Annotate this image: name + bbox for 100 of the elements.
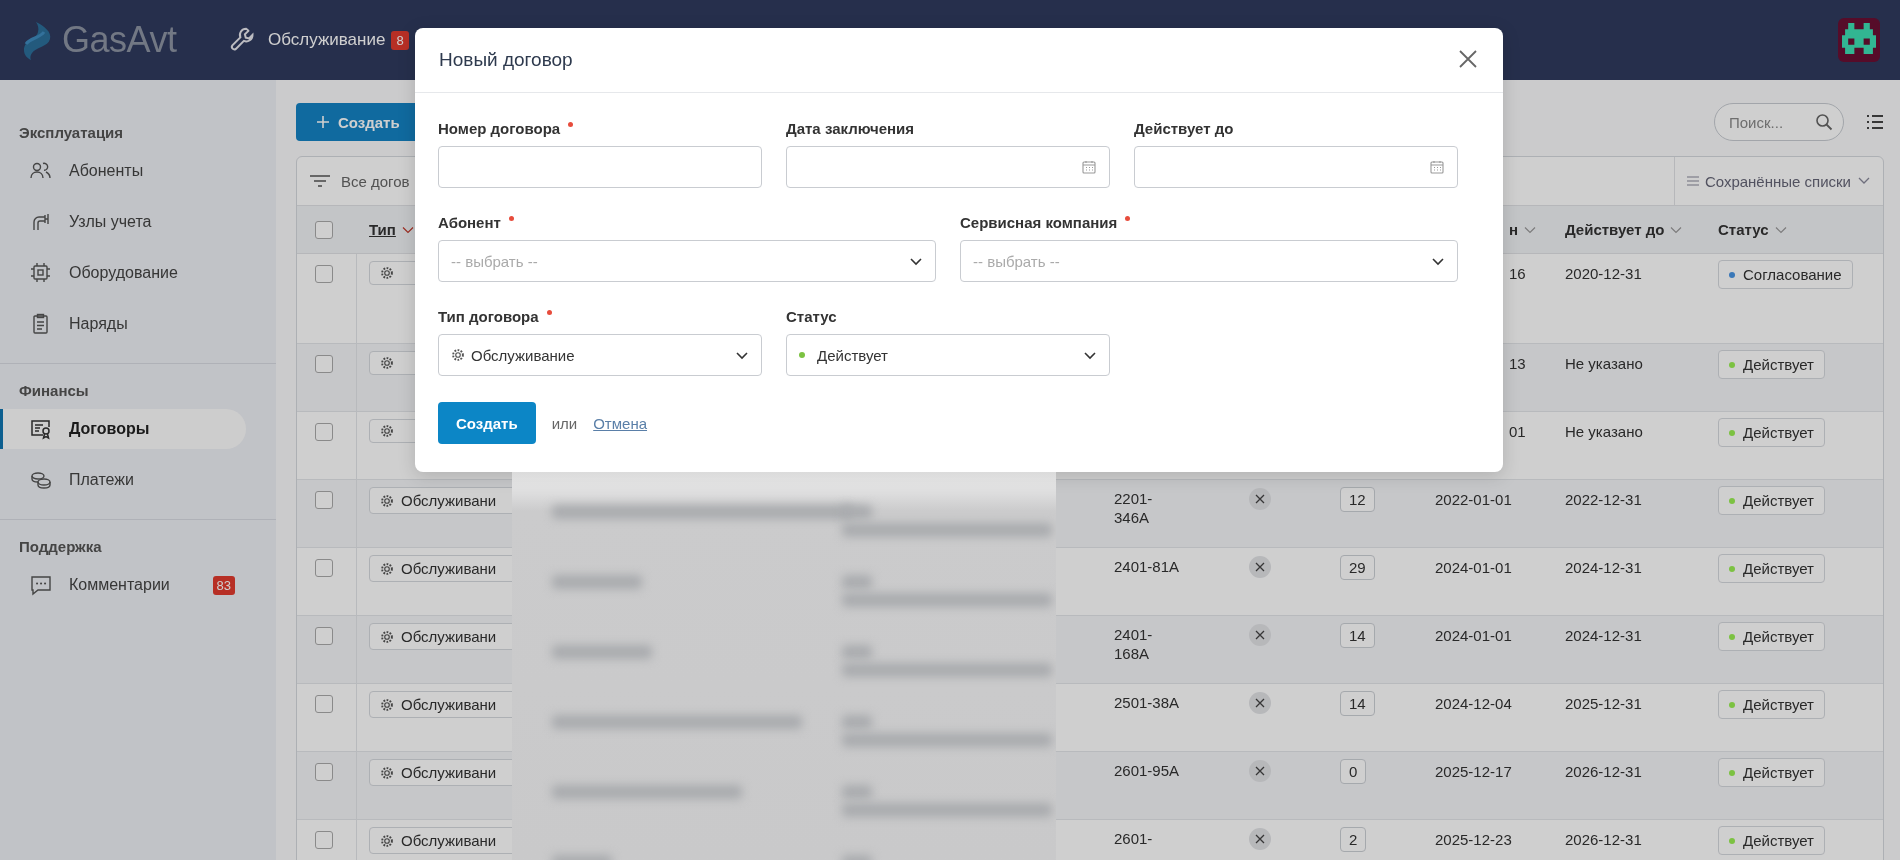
coins-icon <box>31 472 51 489</box>
certificate-icon <box>31 420 50 440</box>
checkbox[interactable] <box>315 559 333 577</box>
field-label: Статус <box>786 308 837 325</box>
table-cell: 2020-12-31 <box>1565 265 1642 282</box>
table-cell: 2025-12-23 <box>1435 831 1512 848</box>
table-cell: 2024-01-01 <box>1435 559 1512 576</box>
field-label: Действует до <box>1134 120 1234 137</box>
table-cell: 13 <box>1509 355 1526 372</box>
gear-icon <box>451 348 465 362</box>
filter-icon[interactable] <box>309 174 331 188</box>
sidebar-item[interactable]: Оборудование <box>0 253 246 293</box>
table-cell: 2026-12-31 <box>1565 763 1642 780</box>
table-cell: 2401-81A <box>1114 557 1180 576</box>
close-icon <box>1249 760 1271 782</box>
sidebar-item[interactable]: Договоры <box>0 409 246 449</box>
checkbox[interactable] <box>315 491 333 509</box>
status-tag: Действует <box>1718 418 1825 447</box>
sort-caret-icon <box>1670 225 1683 234</box>
field-label: Номер договора <box>438 120 561 137</box>
status-tag: Действует <box>1718 826 1825 855</box>
column-header[interactable]: н <box>1509 221 1519 238</box>
gear-icon <box>380 765 394 780</box>
filter-label[interactable]: Все догов <box>341 172 410 190</box>
section-title: Поддержка <box>18 537 103 557</box>
input-field[interactable] <box>438 146 762 188</box>
gear-icon <box>380 356 394 370</box>
sidebar-item[interactable]: Наряды <box>0 304 246 344</box>
search-icon <box>1815 113 1833 131</box>
sidebar-item[interactable]: Абоненты <box>0 151 246 191</box>
table-cell-text: 2401-168A <box>1114 625 1154 663</box>
calendar-icon <box>1429 159 1445 175</box>
section-title: Финансы <box>18 381 90 401</box>
section-title: Эксплуатация <box>18 123 125 143</box>
close-icon <box>1249 624 1271 646</box>
gear-icon <box>380 266 394 280</box>
select-field[interactable]: Обслуживание <box>438 334 762 376</box>
table-cell: 2601- <box>1114 829 1153 848</box>
chevron-down-icon <box>1857 176 1871 186</box>
status-tag: Действует <box>1718 554 1825 583</box>
table-cell: 2601-95A <box>1114 761 1180 780</box>
gear-icon <box>380 833 394 848</box>
plus-icon <box>316 115 330 129</box>
checkbox[interactable] <box>315 355 333 373</box>
table-cell: 16 <box>1509 265 1526 282</box>
cancel-link[interactable]: Отмена <box>593 414 648 432</box>
table-cell: Не указано <box>1565 423 1643 440</box>
gear-icon <box>380 629 394 644</box>
table-cell: Не указано <box>1565 355 1643 372</box>
table-cell: 2025-12-31 <box>1565 695 1642 712</box>
status-tag: Действует <box>1718 486 1825 515</box>
avatar-icon[interactable] <box>1838 18 1880 62</box>
table-cell: 2022-01-01 <box>1435 491 1512 508</box>
list-icon <box>1686 176 1699 186</box>
column-header[interactable]: Статус <box>1718 221 1769 238</box>
date-field[interactable] <box>786 146 1110 188</box>
count-badge: 14 <box>1340 691 1375 716</box>
sort-caret-icon <box>1774 225 1787 234</box>
table-cell: 2024-01-01 <box>1435 627 1512 644</box>
checkbox[interactable] <box>315 763 333 781</box>
chip-icon <box>30 262 51 283</box>
list-icon[interactable] <box>1866 114 1884 130</box>
checkbox[interactable] <box>315 220 333 239</box>
dialog-title: Новый договор <box>439 49 573 71</box>
count-badge: 83 <box>212 575 235 595</box>
date-field[interactable] <box>1134 146 1458 188</box>
sidebar-item[interactable]: Узлы учета <box>0 202 246 242</box>
count-badge: 29 <box>1340 555 1375 580</box>
count-badge: 12 <box>1340 487 1375 512</box>
select-field[interactable]: Действует <box>786 334 1110 376</box>
table-cell: 01 <box>1509 423 1526 440</box>
count-badge: 0 <box>1340 759 1367 784</box>
saved-lists-dropdown[interactable]: Сохранённые списки <box>1673 157 1883 205</box>
status-tag: Действует <box>1718 622 1825 651</box>
close-icon <box>1249 556 1271 578</box>
checkbox[interactable] <box>315 695 333 713</box>
sidebar-item[interactable]: Комментарии 83 <box>0 565 246 605</box>
checkbox[interactable] <box>315 265 333 283</box>
create-button[interactable]: Создать <box>296 103 415 141</box>
column-header[interactable]: Тип <box>369 221 396 238</box>
field-label: Тип договора <box>438 308 539 325</box>
table-cell: 2501-38A <box>1114 693 1180 712</box>
create-button[interactable]: Создать <box>438 402 536 444</box>
table-cell: 2025-12-17 <box>1435 763 1512 780</box>
table-cell: 2024-12-31 <box>1565 559 1642 576</box>
sort-caret-icon <box>401 225 414 234</box>
or-text: или <box>551 414 578 432</box>
checkbox[interactable] <box>315 423 333 441</box>
close-icon <box>1249 828 1271 850</box>
status-tag: Действует <box>1718 690 1825 719</box>
close-icon <box>1249 488 1271 510</box>
nav-link[interactable]: Обслуживание <box>268 30 386 50</box>
checkbox[interactable] <box>315 627 333 645</box>
sidebar-item[interactable]: Платежи <box>0 460 246 500</box>
table-cell: 2024-12-04 <box>1435 695 1512 712</box>
sort-caret-icon <box>1524 225 1537 234</box>
count-badge: 2 <box>1340 827 1367 852</box>
column-header[interactable]: Действует до <box>1565 221 1665 238</box>
field-label: Сервисная компания <box>960 214 1118 231</box>
checkbox[interactable] <box>315 831 333 849</box>
